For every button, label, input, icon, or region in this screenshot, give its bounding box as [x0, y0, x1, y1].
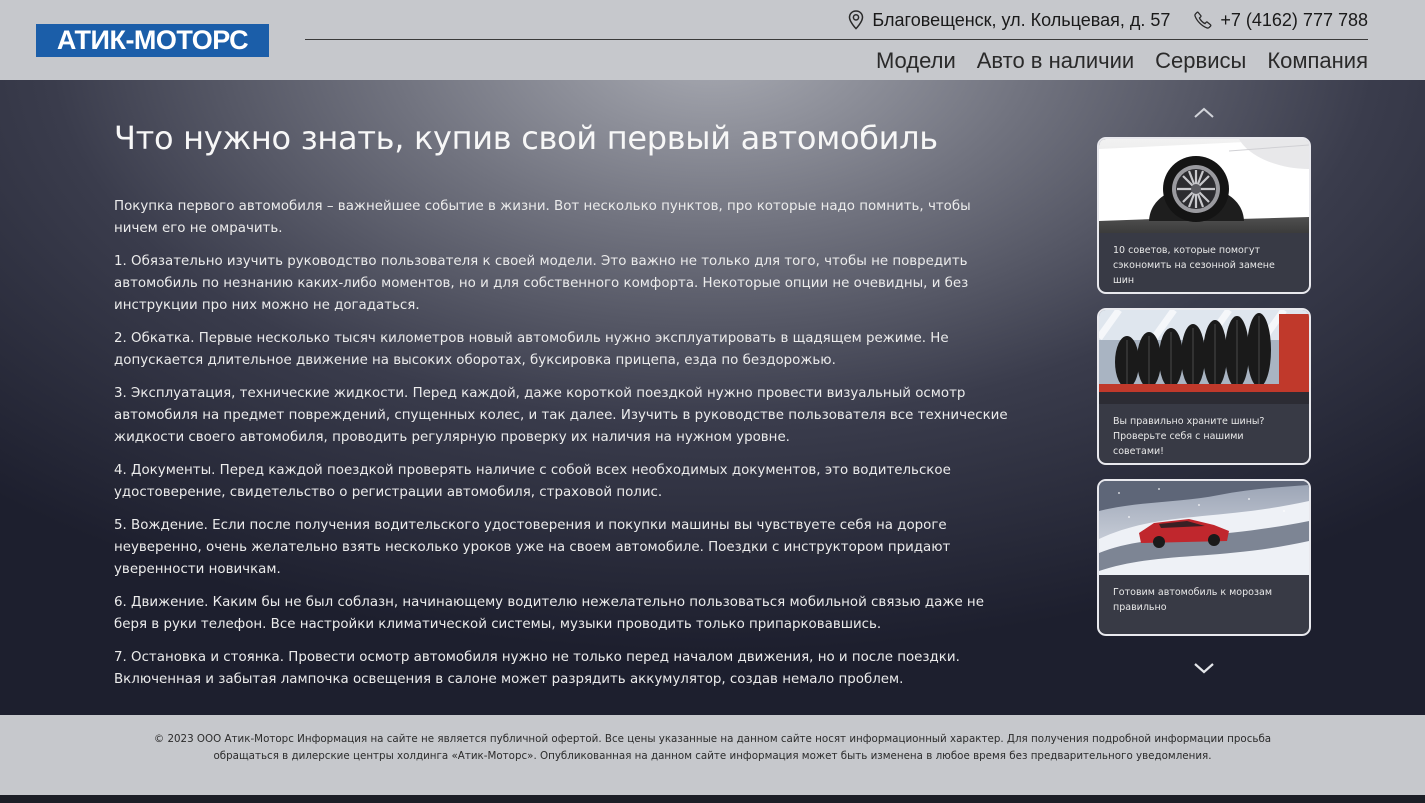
article-paragraph: 5. Вождение. Если после получения водите…: [114, 518, 951, 577]
logo[interactable]: АТИК-МОТОРС: [36, 24, 269, 57]
nav-item-company[interactable]: Компания: [1267, 46, 1368, 76]
contacts-bar: Благовещенск, ул. Кольцевая, д. 57 +7 (4…: [848, 8, 1368, 32]
carousel-up-button[interactable]: [1189, 104, 1219, 122]
main-content: Что нужно знать, купив свой первый автом…: [0, 80, 1425, 715]
sidebar-card-tires-saving[interactable]: 10 советов, которые помогут сэкономить н…: [1097, 137, 1311, 294]
card-title[interactable]: 10 советов, которые помогут сэкономить н…: [1113, 243, 1297, 288]
sidebar-card-winter-prep[interactable]: Готовим автомобиль к морозам правильно: [1097, 479, 1311, 636]
article: Что нужно знать, купив свой первый автом…: [114, 116, 1014, 702]
address-text: Благовещенск, ул. Кольцевая, д. 57: [872, 9, 1171, 30]
article-intro: Покупка первого автомобиля – важнейшее с…: [114, 199, 971, 236]
sidebar-card-tire-storage[interactable]: Вы правильно храните шины? Проверьте себ…: [1097, 308, 1311, 465]
footer-disclaimer: © 2023 ООО Атик-Моторс Информация на сай…: [153, 733, 1272, 762]
location-pin-icon: [848, 10, 864, 30]
card-image-white-car-wheel: [1099, 139, 1309, 233]
phone-icon: [1194, 11, 1212, 29]
chevron-up-icon: [1194, 107, 1214, 118]
card-title[interactable]: Готовим автомобиль к морозам правильно: [1113, 585, 1297, 615]
main-nav: Модели Авто в наличии Сервисы Компания: [876, 46, 1368, 76]
site-header: АТИК-МОТОРС Благовещенск, ул. Кольцевая,…: [0, 0, 1425, 80]
card-image-tire-rack: [1099, 310, 1309, 404]
chevron-down-icon: [1194, 663, 1214, 674]
header-divider: [305, 39, 1368, 40]
card-title[interactable]: Вы правильно храните шины? Проверьте себ…: [1113, 414, 1297, 459]
article-paragraph: 7. Остановка и стоянка. Провести осмотр …: [114, 650, 960, 687]
article-paragraph: 6. Движение. Каким бы не был соблазн, на…: [114, 595, 984, 632]
carousel-down-button[interactable]: [1189, 659, 1219, 677]
address: Благовещенск, ул. Кольцевая, д. 57: [848, 10, 1170, 31]
phone[interactable]: +7 (4162) 777 788: [1194, 10, 1368, 31]
nav-item-models[interactable]: Модели: [876, 46, 956, 76]
bottom-strip: [0, 795, 1425, 803]
article-paragraph: 4. Документы. Перед каждой поездкой пров…: [114, 463, 951, 500]
article-paragraph: 1. Обязательно изучить руководство польз…: [114, 254, 969, 313]
card-image-red-car-winter: [1099, 481, 1309, 575]
phone-text[interactable]: +7 (4162) 777 788: [1220, 10, 1368, 31]
article-title: Что нужно знать, купив свой первый автом…: [114, 119, 938, 157]
nav-item-services[interactable]: Сервисы: [1155, 46, 1246, 76]
article-paragraph: 2. Обкатка. Первые несколько тысяч килом…: [114, 331, 949, 368]
article-paragraph: 3. Эксплуатация, технические жидкости. П…: [114, 386, 1008, 445]
site-footer: © 2023 ООО Атик-Моторс Информация на сай…: [0, 715, 1425, 795]
nav-item-in-stock[interactable]: Авто в наличии: [977, 46, 1134, 76]
